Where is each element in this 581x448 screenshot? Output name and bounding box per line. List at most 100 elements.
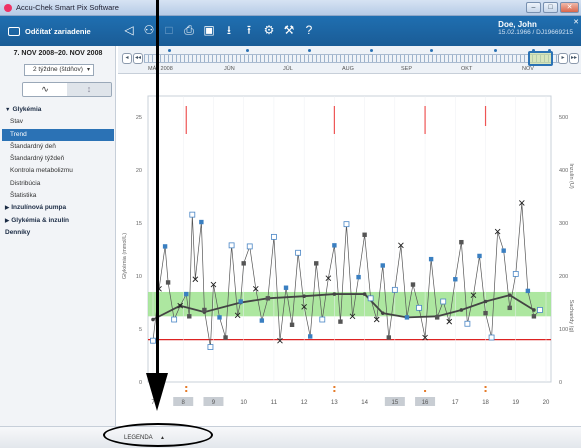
sidebar-item-7[interactable]: Štatistika [2,190,114,202]
reading-marker [199,219,204,225]
chevron-down-icon: ▾ [86,67,90,73]
carb-mark [484,390,487,392]
reading-marker [228,242,235,249]
reading-marker [453,277,458,282]
trend-point [302,294,306,298]
patients-icon[interactable]: ⚇ [142,22,156,38]
reading-marker [404,315,410,320]
sidebar-item-0[interactable]: ▼ Glykémia [2,104,114,116]
timeline-month-label: SEP [401,66,413,72]
y-tick-label: 5 [139,327,142,333]
patient-name: Doe, John [498,20,537,29]
carb-mark [333,386,336,388]
reading-marker [187,314,192,319]
reading-marker [416,304,422,311]
timeline-next-button[interactable]: ▸ [558,53,568,64]
sidebar-item-1[interactable]: Stav [2,116,114,128]
sidebar-item-4[interactable]: Štandardný týždeň [2,153,114,165]
reading-marker [184,291,189,297]
reading-marker [314,261,319,266]
sidebar-item-10[interactable]: Denníky [2,227,114,239]
x-tick-label: 15 [392,400,399,406]
carb-mark [484,386,487,388]
reading-marker [410,282,416,287]
x-tick-label: 17 [452,400,459,406]
patient-dob-id: 15.02.1966 / DJ19669215 [498,29,573,36]
minimize-button[interactable]: – [526,2,541,13]
sidebar-item-label: Stav [10,118,24,126]
reading-marker [428,256,434,262]
read-device-button[interactable]: Odčítať zariadenie [8,26,91,36]
sidebar-item-6[interactable]: Distribúcia [2,178,114,190]
left-panel: 7. NOV 2008–20. NOV 2008 2 týždne (štdňo… [0,46,116,426]
timeline-last-button[interactable]: ▸▸ [569,53,579,64]
reading-marker [259,318,265,323]
maximize-button[interactable]: □ [543,2,558,13]
sidebar-item-9[interactable]: ▶ Glykémia & inzulín [2,215,114,227]
trend-point [532,308,536,312]
timeline-window-handle[interactable] [528,51,553,66]
y-tick-label: 15 [136,221,142,227]
sidebar-item-label: Distribúcia [10,179,41,187]
sidebar-nav: ▼ Glykémia Stav Trend Štandardný deň Štandard… [2,104,114,239]
y-tick-label: 25 [136,115,142,121]
reading-marker [362,232,367,237]
back-icon[interactable]: ◁ [122,22,136,38]
collapsed-icon: ▶ [5,205,10,212]
timeline-prev-button[interactable]: ◂ [122,53,132,64]
sidebar-item-8[interactable]: ▶ Inzulínová pumpa [2,202,114,214]
close-button[interactable]: ✕ [560,2,579,13]
y2-tick-label: 300 [559,221,568,227]
period-value: 2 týždne (štdňov) [33,66,83,73]
period-select[interactable]: 2 týždne (štdňov) ▾ [24,64,94,76]
import-icon[interactable]: ⭱ [242,22,256,38]
timeline-data-dot [168,49,171,52]
x-tick-label: 12 [301,400,308,406]
reading-marker [241,261,246,266]
reading-marker [483,310,488,316]
title-bar: Accu-Chek Smart Pix Software – □ ✕ [0,0,581,16]
help-icon[interactable]: ? [302,22,316,38]
graph-view-button[interactable]: ∿ [23,83,67,96]
annotation-arrow-shaft [156,0,159,378]
sidebar-item-label: Glykémia [12,106,42,113]
settings-gear-icon[interactable]: ⚙ [262,22,276,38]
patient-info: Doe, John 15.02.1966 / DJ19669215 ✕ [498,19,579,36]
view-toggle: ∿ ↕ [22,82,112,97]
reading-marker [507,305,512,311]
x-tick-label: 10 [240,400,247,406]
date-range: 7. NOV 2008–20. NOV 2008 [13,50,103,57]
sidebar-item-5[interactable]: Kontrola metabolizmu [2,165,114,177]
reading-marker [319,316,326,323]
timeline-bar: ◂ ◂◂ ▸ ▸▸ MÁJ 2008 JÚN JÚL AUG SEP OKT NOV [118,46,581,74]
reading-marker [202,307,207,313]
export-icon[interactable]: ⭳ [222,22,236,38]
reading-marker [162,244,168,249]
timeline-data-dot [532,49,535,52]
timeline-month-label: JÚN [224,66,235,72]
reading-marker [171,316,178,323]
sidebar-item-3[interactable]: Štandardný deň [2,141,114,153]
trend-point [380,311,385,315]
sidebar-item-2[interactable]: Trend [2,128,114,141]
save-icon[interactable]: ▣ [202,22,216,38]
y2-tick-label: 100 [559,327,568,333]
trend-point [459,308,464,312]
reading-marker [531,314,537,319]
reading-marker [246,243,253,250]
timeline-first-button[interactable]: ◂◂ [133,53,143,64]
table-view-button[interactable]: ↕ [67,83,111,96]
sidebar-item-label: Kontrola metabolizmu [10,167,73,175]
timeline-track[interactable] [144,54,562,63]
print-icon[interactable]: ⎙ [182,22,196,38]
timeline-data-dot [308,49,311,52]
close-patient-icon[interactable]: ✕ [573,18,579,26]
reading-marker [217,315,222,320]
reading-marker [525,288,531,294]
trend-chart-svg: 7 8 9 10 11 12 13 14 15 16 17 18 19 20051015202501002… [122,95,574,406]
reading-marker [512,271,519,277]
reading-marker [189,211,196,218]
document-icon[interactable]: □ [162,22,176,38]
tools-icon[interactable]: ⚒ [282,22,296,38]
timeline-month-label: MÁJ 2008 [148,66,173,72]
